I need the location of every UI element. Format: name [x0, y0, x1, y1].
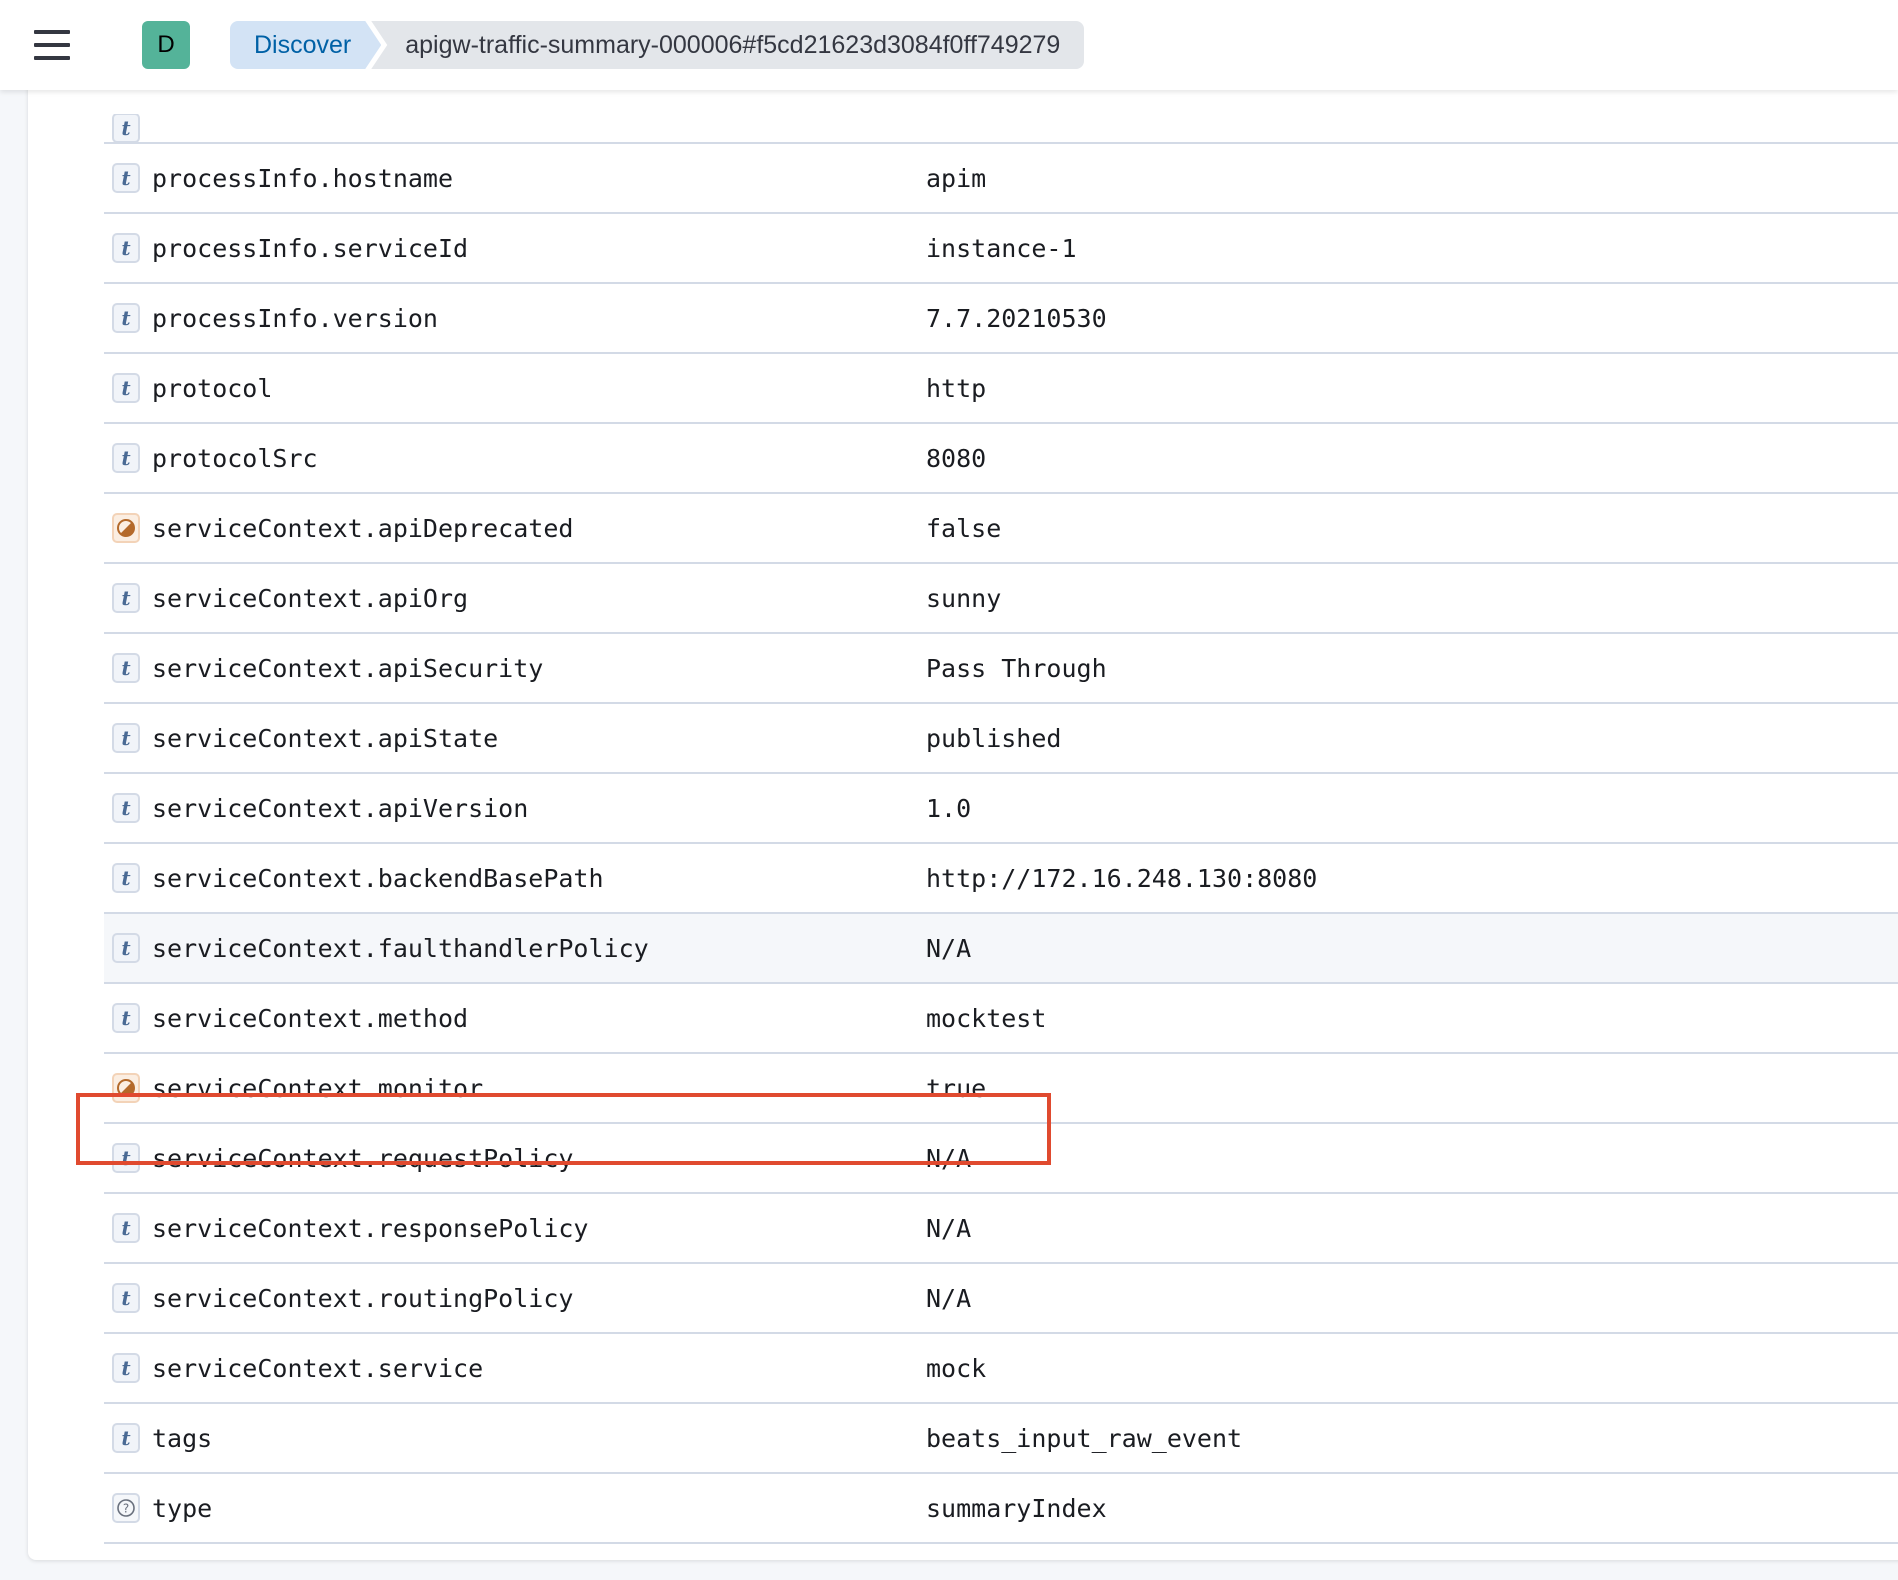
field-name: serviceContext.faulthandlerPolicy — [152, 933, 649, 963]
field-name: serviceContext.apiDeprecated — [152, 513, 574, 543]
breadcrumb-document-id: apigw-traffic-summary-000006#f5cd21623d3… — [371, 21, 1085, 69]
field-value: mock — [926, 1353, 987, 1383]
field-name: processInfo.hostname — [152, 163, 454, 193]
field-name: serviceContext.responsePolicy — [152, 1213, 589, 1243]
field-name: serviceContext.monitor — [152, 1073, 484, 1103]
field-value: false — [926, 513, 1002, 543]
table-row[interactable]: t serviceContext.apiSecurity Pass Through — [104, 634, 1898, 704]
field-value: http://172.16.248.130:8080 — [926, 863, 1318, 893]
string-type-icon: t — [112, 1423, 140, 1453]
string-type-icon: t — [112, 373, 140, 403]
field-name: serviceContext.method — [152, 1003, 469, 1033]
field-value: mocktest — [926, 1003, 1047, 1033]
field-value: apim — [926, 163, 987, 193]
table-row[interactable]: ? type summaryIndex — [104, 1474, 1898, 1544]
string-type-icon: t — [112, 723, 140, 753]
table-row[interactable]: t processInfo.serviceId instance-1 — [104, 214, 1898, 284]
svg-text:?: ? — [123, 1502, 129, 1516]
field-name: serviceContext.apiVersion — [152, 793, 529, 823]
string-type-icon: t — [112, 443, 140, 473]
field-name: tags — [152, 1423, 213, 1453]
field-value: N/A — [926, 1143, 972, 1173]
table-row[interactable]: t serviceContext.faulthandlerPolicy N/A — [104, 914, 1898, 984]
table-row[interactable]: serviceContext.apiDeprecated false — [104, 494, 1898, 564]
table-row[interactable]: t serviceContext.apiVersion 1.0 — [104, 774, 1898, 844]
field-value: 7.7.20210530 — [926, 303, 1107, 333]
table-row[interactable]: t serviceContext.routingPolicy N/A — [104, 1264, 1898, 1334]
string-type-icon: t — [112, 1213, 140, 1243]
table-row[interactable]: t serviceContext.service mock — [104, 1334, 1898, 1404]
document-panel: t t processInfo.hostname apim t processInfo.… — [28, 60, 1898, 1560]
field-value: N/A — [926, 1283, 972, 1313]
table-row[interactable]: t serviceContext.apiState published — [104, 704, 1898, 774]
field-name: serviceContext.requestPolicy — [152, 1143, 574, 1173]
field-name: serviceContext.apiSecurity — [152, 653, 544, 683]
boolean-type-icon — [112, 513, 140, 543]
boolean-type-icon — [112, 1073, 140, 1103]
field-value: true — [926, 1073, 987, 1103]
string-type-icon: t — [112, 583, 140, 613]
hamburger-menu-icon[interactable] — [34, 30, 70, 60]
field-name: serviceContext.service — [152, 1353, 484, 1383]
field-value: instance-1 — [926, 233, 1077, 263]
table-row[interactable]: t processInfo.version 7.7.20210530 — [104, 284, 1898, 354]
table-row[interactable]: t tags beats_input_raw_event — [104, 1404, 1898, 1474]
field-name: protocol — [152, 373, 273, 403]
table-row[interactable]: t serviceContext.responsePolicy N/A — [104, 1194, 1898, 1264]
string-type-icon: t — [112, 1003, 140, 1033]
space-avatar[interactable]: D — [142, 21, 190, 69]
string-type-icon: t — [112, 163, 140, 193]
field-name: processInfo.version — [152, 303, 438, 333]
field-value: beats_input_raw_event — [926, 1423, 1243, 1453]
string-type-icon: t — [112, 863, 140, 893]
table-row[interactable]: t serviceContext.requestPolicy N/A — [104, 1124, 1898, 1194]
table-row[interactable]: t protocolSrc 8080 — [104, 424, 1898, 494]
field-value: N/A — [926, 1213, 972, 1243]
document-fields-table: t t processInfo.hostname apim t processInfo.… — [104, 114, 1898, 1544]
table-row[interactable]: t protocol http — [104, 354, 1898, 424]
breadcrumb: Discover apigw-traffic-summary-000006#f5… — [230, 21, 1085, 69]
unknown-type-icon: ? — [112, 1493, 140, 1523]
field-value: 8080 — [926, 443, 987, 473]
field-value: N/A — [926, 933, 972, 963]
field-value: http — [926, 373, 987, 403]
string-type-icon: t — [112, 233, 140, 263]
field-name: serviceContext.routingPolicy — [152, 1283, 574, 1313]
breadcrumb-discover[interactable]: Discover — [230, 21, 381, 69]
table-row[interactable]: t serviceContext.backendBasePath http://17… — [104, 844, 1898, 914]
string-type-icon: t — [112, 793, 140, 823]
field-value: sunny — [926, 583, 1002, 613]
table-row[interactable]: t processInfo.hostname apim — [104, 144, 1898, 214]
string-type-icon: t — [112, 653, 140, 683]
app-header: D Discover apigw-traffic-summary-000006#… — [0, 0, 1898, 90]
string-type-icon: t — [112, 303, 140, 333]
field-value: 1.0 — [926, 793, 972, 823]
string-type-icon: t — [112, 933, 140, 963]
field-value: Pass Through — [926, 653, 1107, 683]
field-name: type — [152, 1493, 213, 1523]
field-name: processInfo.serviceId — [152, 233, 469, 263]
field-name: serviceContext.apiState — [152, 723, 499, 753]
field-name: serviceContext.apiOrg — [152, 583, 469, 613]
string-type-icon: t — [112, 114, 140, 142]
string-type-icon: t — [112, 1283, 140, 1313]
field-name: protocolSrc — [152, 443, 318, 473]
field-value: published — [926, 723, 1062, 753]
field-value: summaryIndex — [926, 1493, 1107, 1523]
table-row-partial: t — [104, 114, 1898, 144]
table-row[interactable]: t serviceContext.method mocktest — [104, 984, 1898, 1054]
string-type-icon: t — [112, 1143, 140, 1173]
table-row[interactable]: serviceContext.monitor true — [104, 1054, 1898, 1124]
table-row[interactable]: t serviceContext.apiOrg sunny — [104, 564, 1898, 634]
string-type-icon: t — [112, 1353, 140, 1383]
field-name: serviceContext.backendBasePath — [152, 863, 604, 893]
